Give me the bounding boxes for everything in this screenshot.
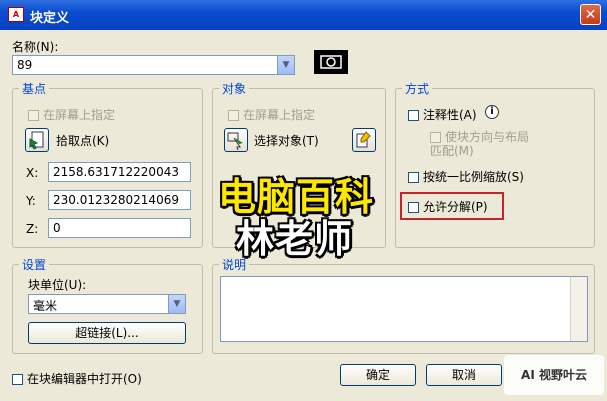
title-bar: A 块定义 ✕: [0, 0, 607, 30]
name-label: 名称(N):: [12, 40, 59, 54]
pick-point-label: 拾取点(K): [56, 134, 110, 148]
annotative-checkbox[interactable]: 注释性(A): [408, 106, 477, 123]
block-unit-label: 块单位(U):: [28, 278, 87, 292]
select-objects-button[interactable]: [224, 128, 248, 152]
watermark-logo: AI 视野叶云: [504, 355, 604, 395]
quick-select-button[interactable]: [352, 128, 376, 152]
window-title: 块定义: [30, 11, 70, 26]
preview-icon: [320, 55, 342, 69]
open-in-editor-label: 在块编辑器中打开(O): [27, 372, 142, 386]
quick-select-icon: [356, 131, 371, 148]
behavior-title: 方式: [402, 80, 433, 97]
z-field[interactable]: 0: [48, 218, 191, 238]
pick-point-icon: [29, 131, 44, 150]
checkbox-icon: [28, 110, 39, 121]
checkbox-icon: [430, 132, 441, 143]
block-unit-select[interactable]: 毫米 ▼: [28, 294, 186, 314]
objects-specify-label: 在屏幕上指定: [243, 108, 316, 122]
allow-exploding-label: 允许分解(P): [423, 200, 488, 214]
select-objects-icon: [227, 132, 243, 151]
objects-title: 对象: [219, 80, 250, 97]
ok-button[interactable]: 确定: [340, 364, 416, 386]
y-label: Y:: [26, 194, 36, 208]
chevron-down-icon[interactable]: ▼: [277, 56, 294, 74]
checkbox-icon: [408, 110, 419, 121]
chevron-down-icon[interactable]: ▼: [168, 295, 185, 313]
pick-point-button[interactable]: [25, 128, 49, 152]
x-label: X:: [26, 166, 39, 180]
match-orientation-checkbox[interactable]: 使块方向与布局匹配(M): [430, 130, 540, 158]
close-button[interactable]: ✕: [580, 4, 601, 25]
checkbox-icon: [408, 202, 419, 213]
block-unit-value: 毫米: [33, 299, 58, 313]
settings-title: 设置: [19, 256, 50, 273]
cancel-button[interactable]: 取消: [426, 364, 502, 386]
info-icon[interactable]: i: [485, 105, 499, 119]
block-preview: [314, 50, 348, 74]
base-specify-label: 在屏幕上指定: [43, 108, 116, 122]
y-field[interactable]: 230.0123280214069: [48, 190, 191, 210]
scale-uniformly-checkbox[interactable]: 按统一比例缩放(S): [408, 168, 524, 185]
open-in-editor-checkbox[interactable]: 在块编辑器中打开(O): [12, 370, 142, 387]
select-objects-label: 选择对象(T): [254, 134, 319, 148]
allow-exploding-checkbox[interactable]: 允许分解(P): [408, 198, 488, 215]
annotative-label: 注释性(A): [423, 108, 477, 122]
name-combobox[interactable]: 89 ▼: [12, 55, 295, 75]
scrollbar[interactable]: [570, 277, 587, 341]
overlay-caption-line2: 林老师: [236, 217, 354, 261]
hyperlink-button[interactable]: 超链接(L)...: [28, 322, 186, 344]
checkbox-icon: [408, 172, 419, 183]
z-label: Z:: [26, 222, 39, 236]
checkbox-icon: [12, 374, 23, 385]
autocad-app-icon: A: [8, 7, 24, 22]
match-orientation-label: 使块方向与布局匹配(M): [430, 130, 530, 158]
scale-uniformly-label: 按统一比例缩放(S): [423, 170, 524, 184]
name-value: 89: [17, 58, 33, 72]
checkbox-icon: [228, 110, 239, 121]
description-textarea[interactable]: [220, 276, 588, 342]
base-specify-on-screen[interactable]: 在屏幕上指定: [28, 106, 115, 123]
objects-specify-on-screen[interactable]: 在屏幕上指定: [228, 106, 315, 123]
x-field[interactable]: 2158.631712220043: [48, 162, 191, 182]
base-point-title: 基点: [19, 80, 50, 97]
